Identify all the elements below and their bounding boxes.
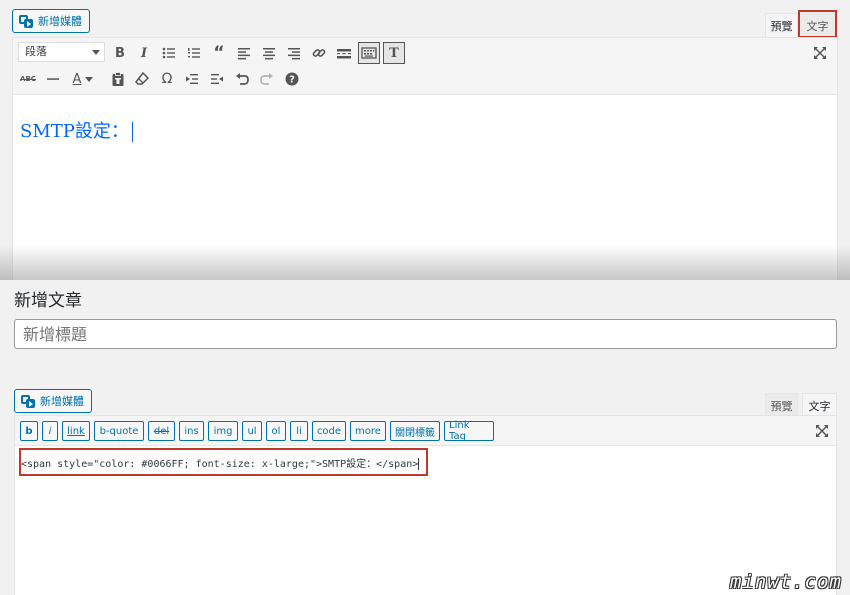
tab-visual[interactable]: 預覽 <box>765 393 798 417</box>
tab-text[interactable]: 文字 <box>802 393 837 417</box>
svg-text:?: ? <box>289 75 295 86</box>
qt-del-button[interactable]: del <box>148 421 175 441</box>
bullet-list-icon[interactable] <box>158 42 180 64</box>
chevron-down-icon <box>85 76 94 82</box>
strikethrough-icon[interactable]: ABC <box>17 68 39 90</box>
clear-formatting-icon[interactable] <box>131 68 153 90</box>
align-right-icon[interactable] <box>283 42 305 64</box>
bold-icon[interactable]: B <box>109 42 131 64</box>
paste-text-icon[interactable] <box>107 68 129 90</box>
text-tab-icon[interactable]: T <box>383 42 405 64</box>
qt-ol-button[interactable]: ol <box>266 421 286 441</box>
special-character-icon[interactable]: Ω <box>156 68 178 90</box>
redo-icon[interactable] <box>256 68 278 90</box>
panel-divider-shadow <box>0 245 850 280</box>
qt-link-tag-button[interactable]: Link Tag <box>444 420 494 442</box>
tab-text-highlight <box>798 10 837 38</box>
undo-icon[interactable] <box>231 68 253 90</box>
toolbar-toggle-icon[interactable] <box>358 42 380 64</box>
format-select-value: 段落 <box>25 45 47 58</box>
format-select[interactable]: 段落 <box>18 42 105 62</box>
fullscreen-icon[interactable] <box>811 420 833 442</box>
media-icon <box>21 394 35 408</box>
add-media-label: 新增媒體 <box>40 395 84 408</box>
horizontal-line-icon[interactable] <box>42 68 64 90</box>
qt-link-button[interactable]: link <box>62 421 90 441</box>
read-more-icon[interactable] <box>333 42 355 64</box>
qt-more-button[interactable]: more <box>350 421 386 441</box>
outdent-icon[interactable] <box>181 68 203 90</box>
post-title-input[interactable] <box>14 319 837 349</box>
chevron-down-icon <box>92 50 100 55</box>
visual-content[interactable]: SMTP設定： <box>20 117 133 143</box>
add-media-button[interactable]: 新增媒體 <box>12 9 90 33</box>
code-highlight <box>19 448 428 476</box>
help-icon[interactable]: ? <box>281 68 303 90</box>
add-media-button[interactable]: 新增媒體 <box>14 389 92 413</box>
visual-editor-panel: 新增媒體 預覽 文字 段落 B I “ T ABC A Ω ? SMTP設定： <box>0 0 850 280</box>
align-left-icon[interactable] <box>233 42 255 64</box>
qt-code-button[interactable]: code <box>312 421 346 441</box>
align-center-icon[interactable] <box>258 42 280 64</box>
italic-icon[interactable]: I <box>133 42 155 64</box>
tab-visual[interactable]: 預覽 <box>765 13 798 37</box>
qt-italic-button[interactable]: i <box>42 421 58 441</box>
qt-img-button[interactable]: img <box>208 421 238 441</box>
indent-icon[interactable] <box>206 68 228 90</box>
qt-bold-button[interactable]: b <box>20 421 38 441</box>
qt-close-tags-button[interactable]: 關閉標籤 <box>390 421 440 441</box>
quicktags-toolbar: b i link b-quote del ins img ul ol li co… <box>15 416 836 446</box>
text-color-icon[interactable]: A <box>68 68 98 90</box>
fullscreen-icon[interactable] <box>809 42 831 64</box>
text-color-letter: A <box>72 71 82 87</box>
text-cursor <box>131 122 133 142</box>
media-icon <box>19 14 33 28</box>
page-title: 新增文章 <box>14 291 82 311</box>
text-editor: b i link b-quote del ins img ul ol li co… <box>14 415 837 595</box>
link-icon[interactable] <box>308 42 330 64</box>
add-media-label: 新增媒體 <box>38 15 82 28</box>
qt-ins-button[interactable]: ins <box>179 421 204 441</box>
qt-blockquote-button[interactable]: b-quote <box>94 421 144 441</box>
blockquote-icon[interactable]: “ <box>208 42 230 64</box>
watermark: minwt.com <box>730 571 842 593</box>
qt-ul-button[interactable]: ul <box>242 421 262 441</box>
qt-li-button[interactable]: li <box>290 421 308 441</box>
numbered-list-icon[interactable] <box>183 42 205 64</box>
text-editor-panel: 新增文章 新增媒體 預覽 文字 b i link b-quote del ins… <box>0 280 850 595</box>
visual-content-text: SMTP設定： <box>20 121 129 142</box>
visual-editor: 段落 B I “ T ABC A Ω ? <box>12 37 838 280</box>
visual-toolbar: 段落 B I “ T ABC A Ω ? <box>13 38 837 95</box>
